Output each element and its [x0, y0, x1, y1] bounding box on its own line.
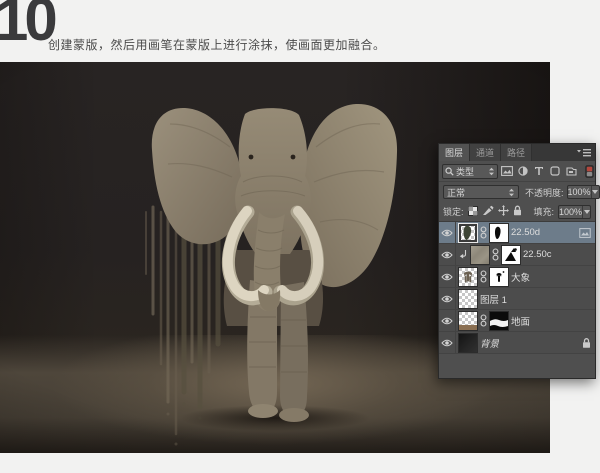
fill-field[interactable]: 100%	[558, 204, 591, 219]
layer-name[interactable]: 图层 1	[480, 292, 507, 306]
double-arrow-icon	[509, 188, 514, 196]
filter-kind-label: 类型	[456, 166, 475, 177]
layer-name[interactable]: 地面	[511, 314, 530, 328]
opacity-label: 不透明度:	[525, 187, 564, 198]
layer-mask-thumbnail[interactable]	[489, 310, 509, 331]
fill-label: 填充:	[533, 207, 554, 217]
fill-value: 100%	[559, 206, 583, 217]
step-number: 10	[0, 0, 58, 53]
layer-thumbnail[interactable]	[458, 288, 478, 309]
layer-row[interactable]: 22.50c	[439, 244, 595, 266]
visibility-toggle[interactable]	[439, 222, 456, 243]
step-description: 创建蒙版，然后用画笔在蒙版上进行涂抹，使画面更加融合。	[48, 38, 386, 52]
layer-name[interactable]: 22.50c	[523, 249, 552, 260]
lock-row: 锁定: 填充: 100%	[439, 202, 595, 222]
layers-list: 22.50d 22.50c 大象 图层 1 地面 背景	[439, 222, 595, 354]
double-arrow-icon	[489, 167, 494, 175]
visibility-toggle[interactable]	[439, 266, 456, 287]
layer-row[interactable]: 大象	[439, 266, 595, 288]
layer-mask-thumbnail[interactable]	[501, 244, 521, 265]
tab-layers[interactable]: 图层	[439, 144, 471, 161]
layer-name[interactable]: 22.50d	[511, 227, 540, 238]
background-lock-icon	[583, 337, 590, 348]
layers-panel: 图层 通道 路径 类型 正常 不透明度: 100% 锁定: 填充: 100% 2…	[438, 143, 600, 380]
tab-channels[interactable]: 通道	[470, 144, 502, 161]
blend-mode-value: 正常	[447, 187, 466, 198]
layer-row[interactable]: 地面	[439, 310, 595, 332]
eye-icon	[441, 339, 453, 346]
filter-type-icon[interactable]	[532, 164, 546, 179]
layer-row[interactable]: 图层 1	[439, 288, 595, 310]
lock-all-icon[interactable]	[513, 205, 522, 218]
layer-name[interactable]: 大象	[511, 270, 530, 284]
opacity-field[interactable]: 100%	[566, 185, 600, 199]
link-icon	[480, 226, 487, 239]
lock-position-icon[interactable]	[497, 205, 509, 218]
filter-pixel-icon[interactable]	[500, 164, 514, 179]
panel-tab-bar: 图层 通道 路径	[439, 144, 595, 161]
lock-label: 锁定:	[443, 207, 464, 217]
layer-thumbnail[interactable]	[458, 332, 478, 353]
link-icon	[480, 270, 487, 283]
layer-mask-thumbnail[interactable]	[489, 222, 509, 243]
lock-transparent-icon[interactable]	[467, 205, 478, 218]
filter-shape-icon[interactable]	[548, 164, 562, 179]
layer-thumbnail[interactable]	[458, 266, 478, 287]
eye-icon	[441, 251, 453, 258]
layer-badge-icon	[579, 227, 591, 238]
layer-row[interactable]: 背景	[439, 332, 595, 354]
page: 10 创建蒙版，然后用画笔在蒙版上进行涂抹，使画面更加融合。 图层 通道 路径 …	[0, 0, 600, 473]
layer-row[interactable]: 22.50d	[439, 222, 595, 244]
dropdown-arrow-icon	[592, 190, 599, 194]
layer-name[interactable]: 背景	[480, 336, 499, 350]
link-icon	[480, 314, 487, 327]
filter-smart-object-icon[interactable]	[564, 164, 578, 179]
link-icon	[492, 248, 499, 261]
dropdown-arrow-icon	[583, 209, 590, 214]
filter-kind-dropdown[interactable]: 类型	[442, 163, 498, 179]
search-icon	[445, 166, 454, 176]
eye-icon	[441, 295, 453, 302]
filter-adjustment-icon[interactable]	[516, 164, 530, 179]
layer-filter-row: 类型	[439, 161, 595, 182]
layer-thumbnail[interactable]	[458, 222, 478, 243]
eye-icon	[441, 273, 453, 280]
layer-thumbnail[interactable]	[458, 310, 478, 331]
eye-icon	[441, 317, 453, 324]
opacity-value: 100%	[567, 187, 591, 197]
clipping-mask-icon	[459, 249, 467, 258]
visibility-toggle[interactable]	[439, 288, 456, 309]
blend-mode-row: 正常 不透明度: 100%	[439, 182, 600, 202]
layer-thumbnail[interactable]	[470, 244, 490, 265]
panel-empty-area	[439, 354, 595, 380]
panel-menu-icon[interactable]	[577, 148, 592, 157]
lock-pixels-icon[interactable]	[482, 205, 494, 218]
filter-toggle-icon[interactable]	[582, 164, 596, 179]
visibility-toggle[interactable]	[439, 332, 456, 353]
layer-mask-thumbnail[interactable]	[489, 266, 509, 287]
tab-paths[interactable]: 路径	[501, 144, 533, 161]
visibility-toggle[interactable]	[439, 244, 456, 265]
visibility-toggle[interactable]	[439, 310, 456, 331]
blend-mode-dropdown[interactable]: 正常	[443, 185, 519, 199]
eye-icon	[441, 229, 453, 236]
